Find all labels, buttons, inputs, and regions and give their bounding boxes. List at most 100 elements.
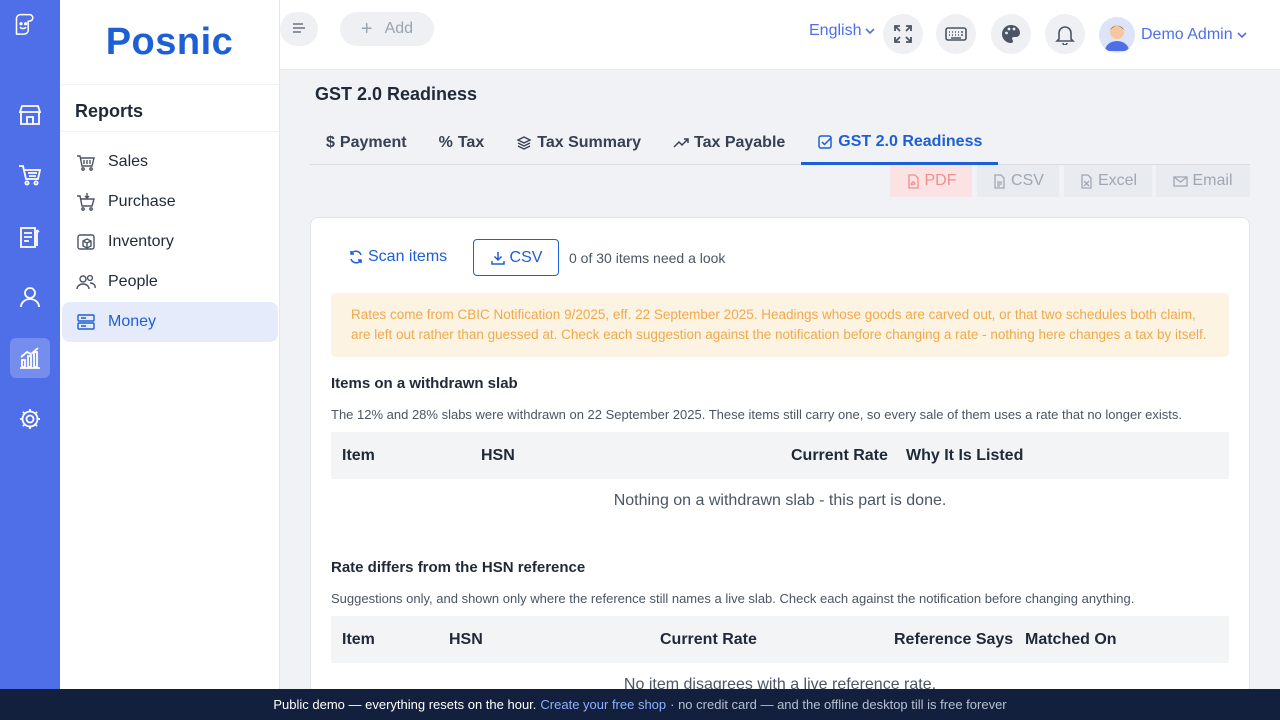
panel-item-people[interactable]: People (62, 262, 278, 302)
notifications-button[interactable] (1045, 14, 1085, 54)
column-header[interactable]: Reference Says (894, 631, 1013, 649)
logo-icon[interactable] (10, 12, 50, 52)
clipboard-icon[interactable] (10, 217, 50, 257)
excel-file-icon (1081, 173, 1092, 189)
csv-label: CSV (509, 248, 543, 266)
cart-icon[interactable] (10, 155, 50, 195)
withdrawn-section-title: Items on a withdrawn slab (331, 375, 518, 392)
palette-icon (1002, 25, 1020, 43)
store-icon[interactable] (10, 95, 50, 135)
box-icon (75, 231, 97, 253)
export-excel-button[interactable]: Excel (1064, 165, 1152, 197)
reports-panel: Posnic Reports Sales Purchase Inventory … (60, 0, 280, 690)
chevron-down-icon (1237, 32, 1247, 39)
create-shop-link[interactable]: Create your free shop (540, 697, 666, 712)
user-name: Demo Admin (1141, 26, 1233, 43)
money-icon (75, 311, 97, 333)
top-bar: + Add English Demo Admin (280, 0, 1280, 70)
panel-item-money[interactable]: Money (62, 302, 278, 342)
chevron-down-icon (865, 28, 876, 35)
tab-label: Tax Payable (693, 134, 786, 151)
withdrawn-table-header: Item HSN Current Rate Why It Is Listed (331, 432, 1229, 479)
export-label: PDF (924, 172, 957, 189)
export-pdf-button[interactable]: PDF (890, 165, 972, 197)
withdrawn-empty-message: Nothing on a withdrawn slab - this part … (613, 492, 947, 509)
banner-text: Public demo — everything resets on the h… (273, 697, 537, 712)
user-menu[interactable]: Demo Admin (1099, 17, 1248, 53)
keyboard-button[interactable] (936, 14, 976, 54)
tab-label: Tax (457, 134, 485, 151)
pdf-file-icon (907, 173, 919, 189)
chart-icon[interactable] (10, 338, 50, 378)
tab-gst-readiness[interactable]: GST 2.0 Readiness (801, 121, 999, 165)
tab-tax-payable[interactable]: Tax Payable (657, 121, 801, 165)
settings-icon[interactable] (10, 399, 50, 439)
panel-title: Reports (60, 84, 279, 132)
differs-section-title: Rate differs from the HSN reference (331, 559, 586, 576)
tab-label: GST 2.0 Readiness (838, 132, 983, 150)
tab-tax[interactable]: % Tax (423, 121, 501, 165)
report-tabs: $ Payment % Tax Tax Summary Tax Payable … (310, 121, 1250, 165)
menu-icon (293, 23, 305, 33)
layers-icon (516, 135, 532, 151)
add-label: Add (384, 20, 414, 37)
percent-icon: % (438, 134, 453, 151)
bell-icon (1055, 26, 1075, 45)
notice-banner: Rates come from CBIC Notification 9/2025… (331, 293, 1229, 357)
page-title: GST 2.0 Readiness (315, 84, 478, 104)
column-header[interactable]: Why It Is Listed (906, 447, 1023, 465)
column-header[interactable]: Matched On (1025, 631, 1117, 649)
column-header[interactable]: Item (342, 447, 375, 465)
tab-payment[interactable]: $ Payment (310, 121, 423, 165)
fullscreen-button[interactable] (883, 14, 923, 54)
demo-banner: Public demo — everything resets on the h… (0, 689, 1280, 720)
refresh-icon (350, 250, 362, 264)
csv-file-icon (994, 173, 1005, 189)
export-label: Excel (1097, 172, 1138, 189)
fullscreen-icon (894, 25, 912, 43)
add-button[interactable]: + Add (340, 12, 434, 46)
tab-label: Tax Summary (537, 134, 641, 151)
scan-items-button[interactable]: Scan items (348, 248, 447, 266)
panel-item-inventory[interactable]: Inventory (62, 222, 278, 262)
language-select[interactable]: English (809, 22, 876, 40)
language-label: English (809, 22, 862, 39)
panel-item-label: Money (108, 313, 157, 330)
avatar (1099, 17, 1135, 53)
basket-icon (75, 151, 97, 173)
download-icon (490, 251, 505, 265)
tab-tax-summary[interactable]: Tax Summary (500, 121, 657, 165)
brand-logo[interactable]: Posnic (60, 0, 279, 84)
user-icon[interactable] (10, 277, 50, 317)
envelope-icon (1173, 175, 1189, 187)
column-header[interactable]: HSN (449, 631, 483, 649)
column-header[interactable]: HSN (481, 447, 515, 465)
download-csv-button[interactable]: CSV (473, 239, 559, 276)
export-label: CSV (1011, 172, 1044, 189)
main-content: GST 2.0 Readiness $ Payment % Tax Tax Su… (280, 71, 1280, 697)
scan-label: Scan items (368, 248, 448, 265)
menu-toggle-button[interactable] (280, 12, 318, 46)
export-csv-button[interactable]: CSV (977, 165, 1059, 197)
withdrawn-section-desc: The 12% and 28% slabs were withdrawn on … (331, 407, 1182, 422)
panel-item-label: Inventory (108, 233, 174, 250)
column-header[interactable]: Current Rate (791, 447, 888, 465)
column-header[interactable]: Item (342, 631, 375, 649)
theme-button[interactable] (991, 14, 1031, 54)
panel-item-label: Sales (108, 153, 149, 170)
readiness-card: Scan items CSV 0 of 30 items need a look… (310, 217, 1250, 697)
export-email-button[interactable]: Email (1156, 165, 1250, 197)
status-text: 0 of 30 items need a look (569, 250, 726, 266)
icon-rail (0, 0, 60, 720)
panel-item-label: Purchase (108, 193, 176, 210)
people-icon (75, 271, 97, 293)
dollar-icon: $ (326, 134, 335, 151)
panel-list: Sales Purchase Inventory People Money (60, 132, 279, 342)
cart-icon (75, 191, 97, 213)
differs-section-desc: Suggestions only, and shown only where t… (331, 591, 1135, 606)
panel-item-purchase[interactable]: Purchase (62, 182, 278, 222)
column-header[interactable]: Current Rate (660, 631, 757, 649)
trend-icon (673, 135, 689, 151)
export-label: Email (1192, 172, 1233, 189)
panel-item-sales[interactable]: Sales (62, 142, 278, 182)
